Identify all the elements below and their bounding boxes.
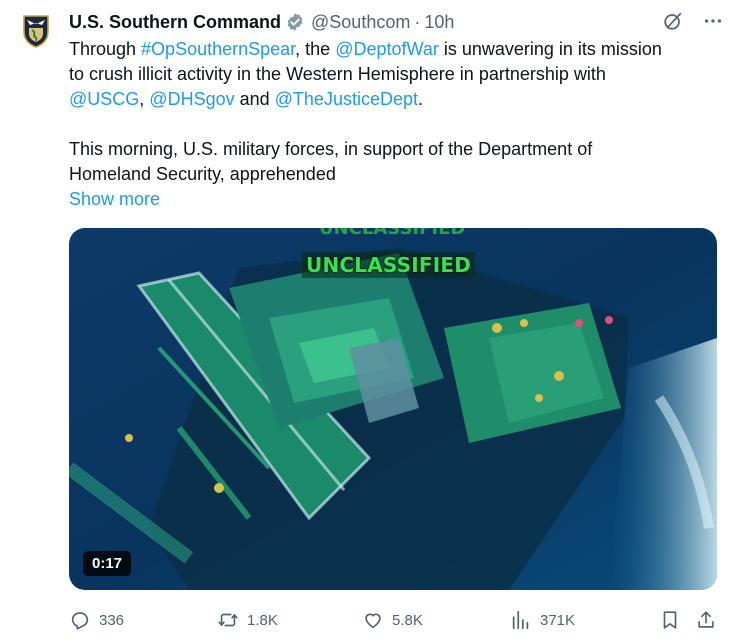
mention-link-dhsgov[interactable]: @DHSgov [149,89,234,109]
text-line-5: Homeland Security, apprehended [69,164,336,184]
verified-badge-icon [285,12,305,32]
like-button[interactable]: 5.8K [362,606,423,634]
southcom-seal-icon [16,10,56,50]
classification-banner: UNCLASSIFIED [302,252,475,278]
share-button[interactable] [695,606,717,634]
grok-icon[interactable] [662,10,684,32]
separator-dot: · [414,11,421,32]
author-handle[interactable]: @Southcom [311,12,410,33]
mention-link-uscg[interactable]: @USCG [69,89,139,109]
text-line-2: to crush illicit activity in the Western… [69,64,606,84]
repost-count: 1.8K [247,611,278,629]
bookmark-icon [663,611,677,629]
views-count: 371K [540,611,576,629]
post-header: U.S. Southern Command @Southcom · 10h [69,10,724,34]
more-options-icon[interactable] [702,10,724,32]
video-player[interactable]: UNCLASSIFIED UNCLASSIFIED 0:17 [69,228,717,590]
header-actions [662,10,724,32]
avatar[interactable] [16,10,56,50]
bookmark-button[interactable] [659,606,681,634]
text-line-1: Through #OpSouthernSpear, the @DeptofWar… [69,39,662,59]
views-chart-icon [512,610,529,630]
text-line-4: This morning, U.S. military forces, in s… [69,139,593,159]
share-icon [698,611,714,628]
repost-button[interactable]: 1.8K [217,606,278,634]
hashtag-link[interactable]: #OpSouthernSpear [141,39,295,59]
reply-count: 336 [99,611,125,629]
mention-link-deptofwar[interactable]: @DeptofWar [335,39,439,59]
post-time[interactable]: 10h [424,12,454,33]
video-duration-badge: 0:17 [83,551,132,576]
like-count: 5.8K [392,611,423,629]
post-text: Through #OpSouthernSpear, the @DeptofWar… [69,37,724,212]
heart-icon [365,613,381,629]
mention-link-justicedept[interactable]: @TheJusticeDept [275,89,418,109]
reply-icon [71,612,89,630]
author-name[interactable]: U.S. Southern Command [69,12,281,33]
views-button[interactable]: 371K [510,606,575,634]
video-frame-image [69,228,717,590]
repost-icon [218,613,238,627]
text-line-3: @USCG, @DHSgov and @TheJusticeDept. [69,89,424,109]
classification-banner-cut: UNCLASSIFIED [319,228,466,239]
reply-button[interactable]: 336 [69,606,124,634]
show-more-link[interactable]: Show more [69,187,724,212]
action-bar: 336 1.8K 5.8K 371K [69,606,720,634]
